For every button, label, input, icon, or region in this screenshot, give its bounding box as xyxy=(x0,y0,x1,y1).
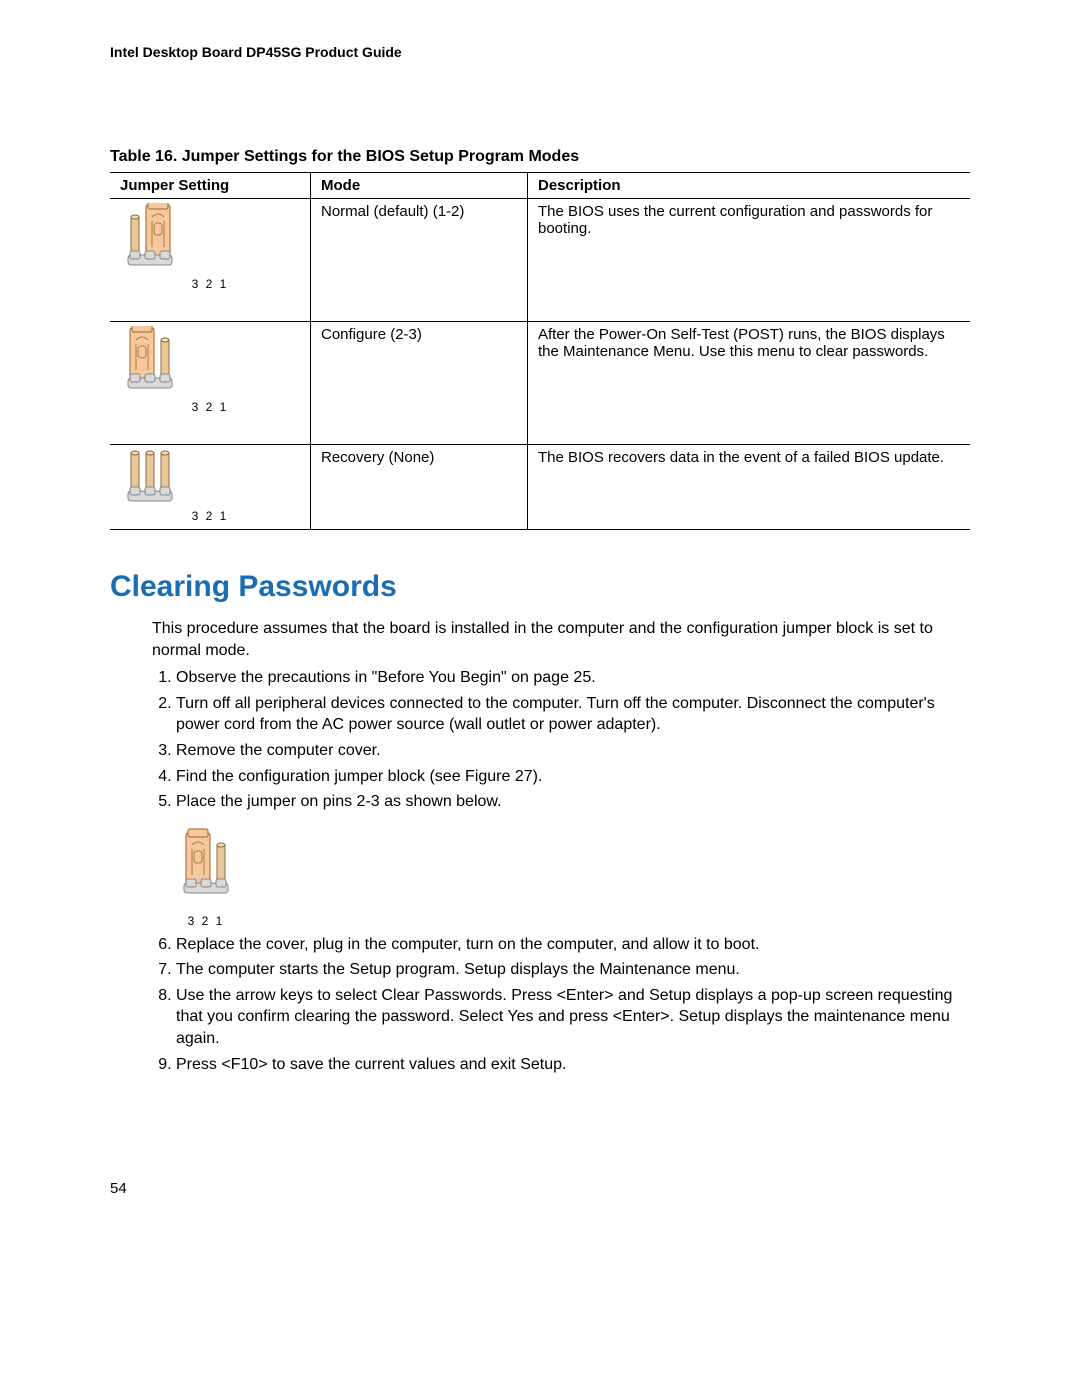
jumper-diagram-none: 3 2 1 xyxy=(110,445,311,530)
page-number: 54 xyxy=(110,1180,127,1197)
list-item: Replace the cover, plug in the computer,… xyxy=(176,934,970,956)
th-mode: Mode xyxy=(311,173,528,199)
list-item: Observe the precautions in "Before You B… xyxy=(176,667,970,689)
inline-jumper-figure: 3 2 1 xyxy=(176,823,970,930)
jumper-23-icon xyxy=(120,326,180,396)
list-item: Use the arrow keys to select Clear Passw… xyxy=(176,985,970,1050)
list-item: Find the configuration jumper block (see… xyxy=(176,766,970,788)
desc-cell: The BIOS recovers data in the event of a… xyxy=(528,445,971,530)
mode-cell: Normal (default) (1-2) xyxy=(311,199,528,322)
list-item: The computer starts the Setup program. S… xyxy=(176,959,970,981)
pin-caption: 3 2 1 xyxy=(176,913,236,929)
pin-caption: 3 2 1 xyxy=(120,277,300,291)
th-desc: Description xyxy=(528,173,971,199)
list-item: Turn off all peripheral devices connecte… xyxy=(176,693,970,736)
jumper-diagram-23: 3 2 1 xyxy=(110,322,311,445)
pin-caption: 3 2 1 xyxy=(120,509,300,523)
jumper-settings-table: Jumper Setting Mode Description 3 2 1 No… xyxy=(110,172,970,530)
section-heading: Clearing Passwords xyxy=(110,570,970,604)
jumper-23-icon xyxy=(176,823,236,907)
list-item: Remove the computer cover. xyxy=(176,740,970,762)
table-row: 3 2 1 Normal (default) (1-2) The BIOS us… xyxy=(110,199,970,322)
list-item: Press <F10> to save the current values a… xyxy=(176,1054,970,1076)
jumper-none-icon xyxy=(120,449,180,505)
list-item: Place the jumper on pins 2-3 as shown be… xyxy=(176,791,970,929)
jumper-12-icon xyxy=(120,203,180,273)
table-row: 3 2 1 Configure (2-3) After the Power-On… xyxy=(110,322,970,445)
intro-paragraph: This procedure assumes that the board is… xyxy=(152,618,970,661)
table-caption: Table 16. Jumper Settings for the BIOS S… xyxy=(110,148,970,166)
desc-cell: The BIOS uses the current configuration … xyxy=(528,199,971,322)
running-header: Intel Desktop Board DP45SG Product Guide xyxy=(110,44,970,60)
desc-cell: After the Power-On Self-Test (POST) runs… xyxy=(528,322,971,445)
mode-cell: Recovery (None) xyxy=(311,445,528,530)
step-5-text: Place the jumper on pins 2-3 as shown be… xyxy=(176,793,502,810)
th-jumper: Jumper Setting xyxy=(110,173,311,199)
table-row: 3 2 1 Recovery (None) The BIOS recovers … xyxy=(110,445,970,530)
pin-caption: 3 2 1 xyxy=(120,400,300,414)
jumper-diagram-12: 3 2 1 xyxy=(110,199,311,322)
procedure-list: Observe the precautions in "Before You B… xyxy=(152,667,970,1075)
mode-cell: Configure (2-3) xyxy=(311,322,528,445)
